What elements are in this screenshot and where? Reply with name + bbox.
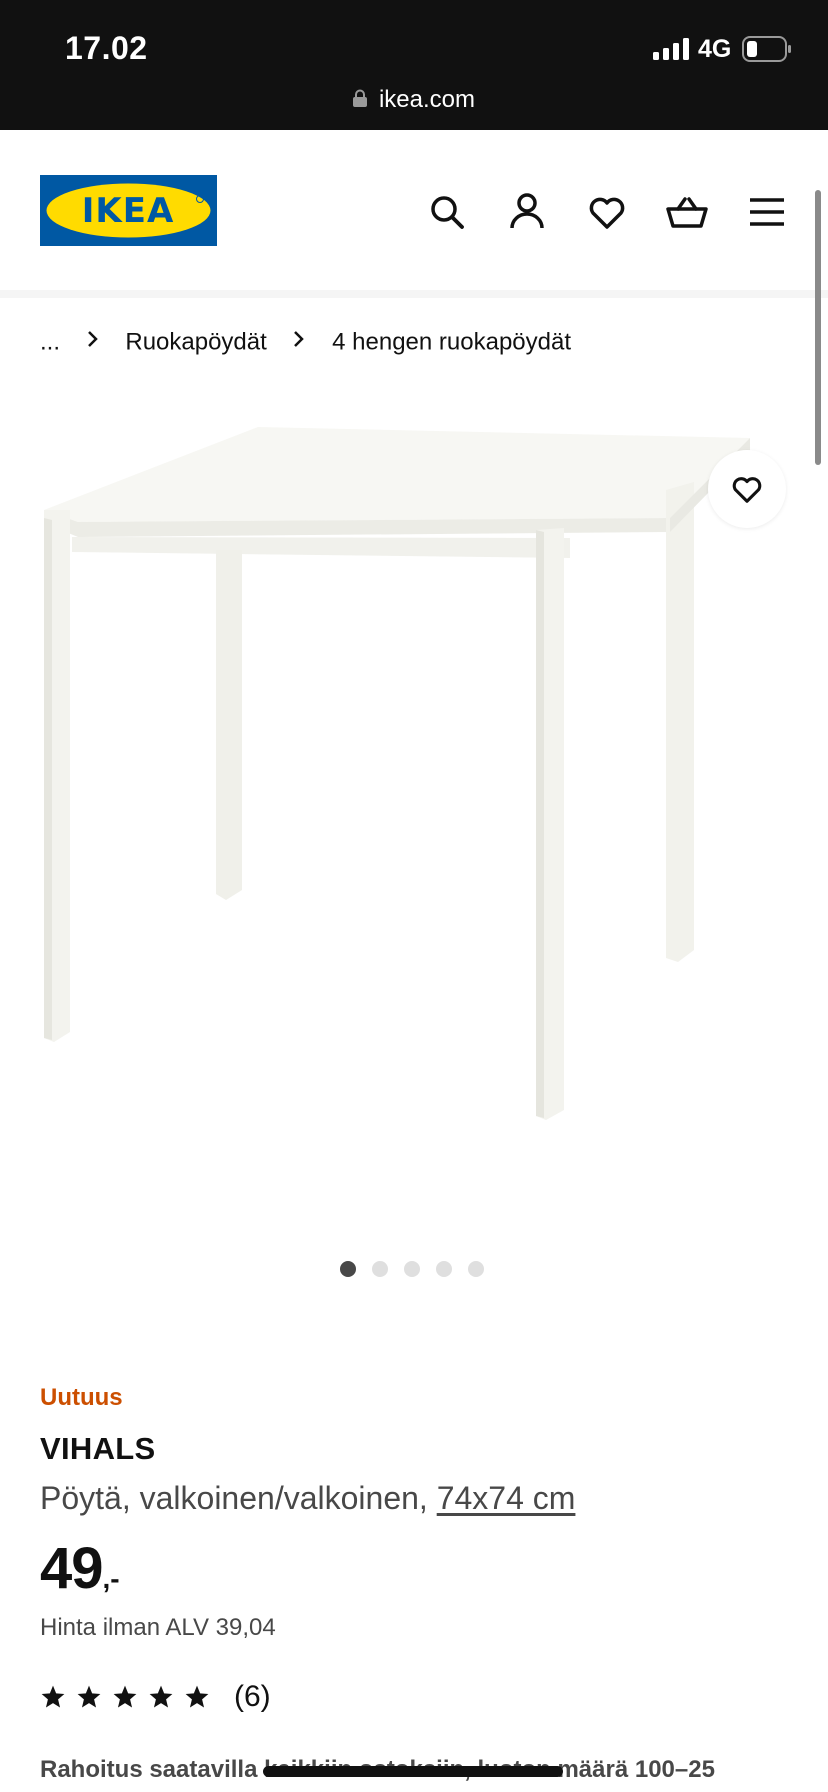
home-indicator[interactable] bbox=[263, 1766, 563, 1777]
svg-text:IKEA: IKEA bbox=[82, 191, 175, 231]
battery-icon bbox=[742, 36, 791, 62]
price-integer: 49 bbox=[40, 1536, 104, 1601]
breadcrumb: ... Ruokapöydät 4 hengen ruokapöydät bbox=[40, 328, 571, 357]
gallery-pagination bbox=[340, 1261, 484, 1277]
new-badge: Uutuus bbox=[40, 1384, 123, 1411]
star-icon bbox=[41, 1685, 65, 1708]
url-text: ikea.com bbox=[378, 86, 476, 113]
page-scrollbar[interactable] bbox=[815, 190, 821, 465]
review-count: (6) bbox=[234, 1680, 271, 1713]
product-rating[interactable]: (6) bbox=[40, 1680, 271, 1714]
product-size-link[interactable]: 74x74 cm bbox=[437, 1480, 576, 1516]
signal-icon bbox=[653, 38, 689, 60]
gallery-dot[interactable] bbox=[372, 1261, 388, 1277]
ikea-logo[interactable]: IKEA bbox=[40, 175, 217, 246]
basket-icon[interactable] bbox=[665, 190, 709, 234]
gallery-dot[interactable] bbox=[340, 1261, 356, 1277]
product-description: Pöytä, valkoinen/valkoinen, 74x74 cm bbox=[40, 1480, 575, 1517]
add-to-favorites-button[interactable] bbox=[708, 450, 786, 528]
star-icon bbox=[113, 1685, 137, 1708]
chevron-right-icon bbox=[294, 330, 305, 347]
breadcrumb-ellipsis[interactable]: ... bbox=[40, 329, 60, 356]
price-decimal: ,- bbox=[102, 1563, 120, 1594]
chevron-right-icon bbox=[87, 330, 98, 347]
search-icon[interactable] bbox=[425, 190, 469, 234]
star-icon bbox=[149, 1685, 173, 1708]
breadcrumb-item-4-hengen[interactable]: 4 hengen ruokapöydät bbox=[332, 329, 571, 356]
status-bar: 17.02 4G ikea.com bbox=[0, 0, 828, 130]
product-image[interactable] bbox=[30, 410, 800, 1230]
product-description-text: Pöytä, valkoinen/valkoinen, bbox=[40, 1480, 428, 1516]
status-time: 17.02 bbox=[65, 30, 148, 66]
breadcrumb-item-ruokapoydat[interactable]: Ruokapöydät bbox=[125, 329, 266, 356]
price-without-vat: Hinta ilman ALV 39,04 bbox=[40, 1614, 276, 1641]
address-bar[interactable]: ikea.com bbox=[0, 86, 828, 114]
product-price: 49,- bbox=[40, 1535, 120, 1602]
heart-icon[interactable] bbox=[585, 190, 629, 234]
gallery-dot[interactable] bbox=[468, 1261, 484, 1277]
gallery-dot[interactable] bbox=[436, 1261, 452, 1277]
star-icon bbox=[185, 1685, 209, 1708]
gallery-dot[interactable] bbox=[404, 1261, 420, 1277]
heart-icon bbox=[732, 477, 762, 503]
menu-icon[interactable] bbox=[745, 190, 789, 234]
site-header: IKEA bbox=[0, 130, 828, 290]
star-icon bbox=[77, 1685, 101, 1708]
product-name: VIHALS bbox=[40, 1431, 156, 1466]
account-icon[interactable] bbox=[505, 190, 549, 234]
network-type: 4G bbox=[698, 35, 732, 63]
lock-icon bbox=[352, 89, 367, 107]
header-divider bbox=[0, 290, 828, 298]
